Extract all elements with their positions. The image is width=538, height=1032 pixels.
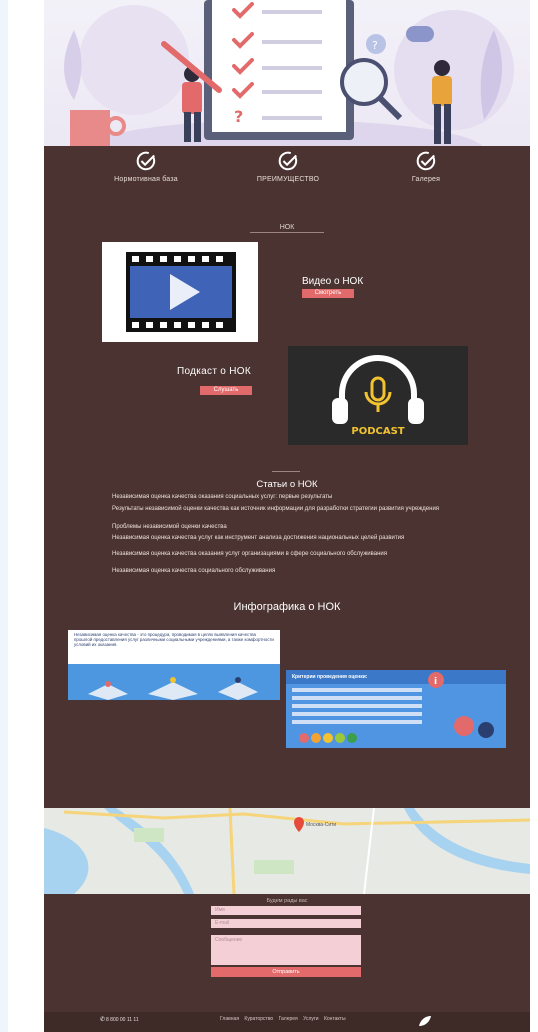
feature-advantage[interactable]: ПРЕИМУЩЕСТВО [228,150,348,183]
email-field[interactable]: E-mail [211,919,361,928]
feature-normative[interactable]: Нормотивная база [86,150,206,183]
svg-text:i: i [434,677,437,687]
infographic-card[interactable]: i Критерии проведения оценки: [286,670,506,748]
footer-link[interactable]: Галерея [279,1016,298,1022]
footer: ✆ 8 800 00 11 11 Главная Кураторство Гал… [44,1012,530,1032]
page: ? ? Нормотивная база ПРЕИМУЩЕСТВО Галере… [44,0,530,1032]
divider [250,232,324,233]
features-row: Нормотивная база ПРЕИМУЩЕСТВО Галерея [44,150,530,195]
video-play-icon [126,252,236,332]
podcast-title: Подкаст о НОК [177,366,251,377]
submit-button[interactable]: Отправить [211,967,361,977]
article-link[interactable]: Независимая оценка качества социального … [112,568,464,575]
video-title: Видео о НОК [302,276,364,287]
infographic-text: Независимая оценка качества - это процед… [68,630,280,664]
message-field[interactable]: Сообщение [211,935,361,965]
svg-text:?: ? [234,107,243,126]
contact-form: Будем рады вас Имя E-mail Сообщение Отпр… [44,894,530,1012]
phone-icon: ✆ [100,1017,106,1023]
form-title: Будем рады вас [266,898,308,904]
svg-text:?: ? [372,39,378,52]
articles-title: Статьи о НОК [256,479,318,490]
infographic-subtitle: Критерии проведения оценки: [292,674,368,680]
feature-gallery[interactable]: Галерея [366,150,486,183]
footer-phone[interactable]: 8 800 00 11 11 [106,1017,139,1023]
infographic-illustration [68,664,280,700]
listen-button[interactable]: Слушать [200,386,252,395]
infographic-illustration: i [286,670,506,748]
infographics-title: Инфографика о НОК [233,601,341,613]
name-field[interactable]: Имя [211,906,361,915]
nok-heading: НОК [279,224,295,231]
feature-label: ПРЕИМУЩЕСТВО [256,176,320,183]
podcast-badge: PODCAST [351,426,405,437]
article-link[interactable]: Независимая оценка качества оказания усл… [112,551,464,558]
infographic-card[interactable]: Независимая оценка качества - это процед… [68,630,280,700]
footer-link[interactable]: Услуги [303,1016,318,1022]
map-label: Москва-Сити [306,822,337,828]
footer-link[interactable]: Главная [220,1016,239,1022]
feature-label: Нормотивная база [114,176,178,183]
article-link[interactable]: Независимая оценка качества услуг как ин… [112,535,464,542]
leaf-logo-icon [419,1016,431,1026]
footer-nav: Главная Кураторство Галерея Услуги Конта… [220,1016,350,1022]
left-margin [0,0,8,1032]
divider [272,471,300,472]
check-circle-icon [416,151,436,171]
article-link[interactable]: Результаты независимой оценки качества к… [112,506,464,513]
hero-illustration: ? ? [44,0,530,146]
article-link[interactable]: Независимая оценка качества оказания соц… [112,494,464,501]
check-circle-icon [278,151,298,171]
video-thumbnail[interactable] [102,242,258,342]
check-circle-icon [136,151,156,171]
article-link[interactable]: Проблемы независимой оценки качества [112,524,464,531]
feature-label: Галерея [411,176,441,183]
watch-button[interactable]: Смотреть [302,289,354,298]
podcast-image[interactable]: PODCAST [288,346,468,445]
footer-link[interactable]: Контакты [324,1016,346,1022]
map[interactable]: Москва-Сити [44,808,530,894]
footer-link[interactable]: Кураторство [244,1016,273,1022]
social-links [244,1024,317,1032]
